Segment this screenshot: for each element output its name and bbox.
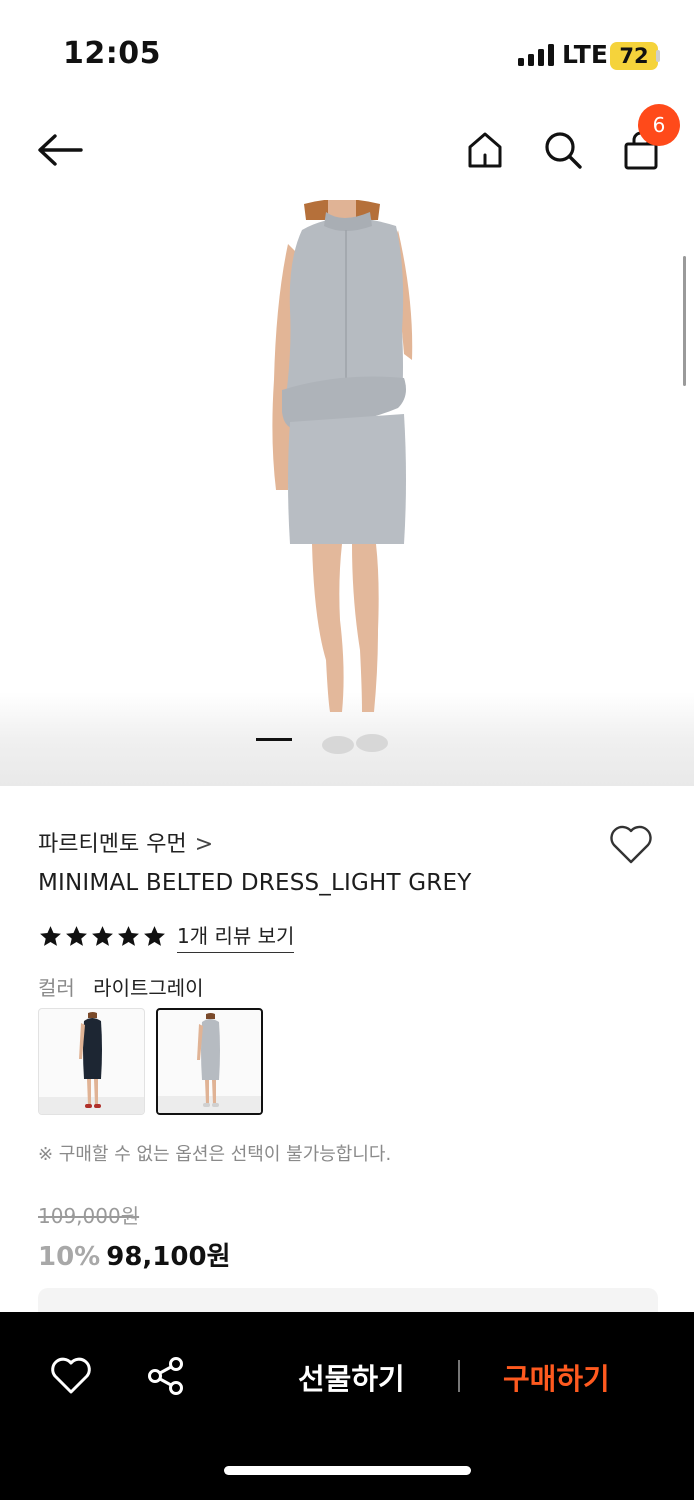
status-bar: 12:05 LTE 72 — [0, 0, 694, 100]
battery-indicator: 72 — [610, 42, 658, 70]
star-icon — [92, 925, 113, 946]
share-icon[interactable] — [146, 1356, 186, 1396]
brand-name: 파르티멘토 우먼 — [38, 832, 187, 857]
battery-cap — [656, 50, 660, 62]
star-icon — [40, 925, 61, 946]
price-row: 10% 98,100원 — [38, 1236, 231, 1273]
color-swatch-light-grey[interactable] — [156, 1008, 263, 1115]
product-photo — [272, 200, 413, 754]
back-button[interactable] — [36, 126, 84, 174]
color-label: 컬러 — [38, 976, 75, 1000]
wishlist-heart-icon[interactable] — [608, 824, 654, 866]
divider — [458, 1360, 460, 1392]
rating-stars — [38, 924, 167, 949]
swatch-image — [158, 1013, 261, 1113]
product-title: MINIMAL BELTED DRESS_LIGHT GREY — [38, 870, 472, 896]
brand-link[interactable]: 파르티멘토 우먼 > — [38, 826, 213, 858]
carousel-indicator — [256, 738, 292, 741]
review-link[interactable]: 1개 리뷰 보기 — [177, 920, 295, 953]
search-button[interactable] — [539, 126, 587, 174]
home-icon — [468, 132, 502, 168]
star-icon — [66, 925, 87, 946]
network-type: LTE — [562, 40, 608, 69]
sale-price: 98,100원 — [106, 1242, 231, 1272]
search-icon — [545, 132, 582, 169]
rating-row: 1개 리뷰 보기 — [38, 920, 295, 953]
signal-icon — [518, 44, 554, 66]
heart-outline-icon[interactable] — [50, 1356, 92, 1396]
star-icon — [144, 925, 165, 946]
top-navigation — [0, 100, 694, 200]
discount-rate: 10% — [38, 1242, 101, 1272]
scrollbar[interactable] — [683, 256, 686, 386]
buy-button[interactable]: 구매하기 — [503, 1356, 610, 1398]
original-price: 109,000원 — [38, 1204, 140, 1228]
chevron-right-icon: > — [194, 832, 214, 857]
status-time: 12:05 — [63, 36, 161, 71]
bottom-action-bar: 선물하기 구매하기 — [0, 1312, 694, 1500]
option-notice: ※ 구매할 수 없는 옵션은 선택이 불가능합니다. — [38, 1144, 392, 1165]
cart-count-badge: 6 — [638, 104, 680, 146]
color-value: 라이트그레이 — [93, 976, 204, 1000]
color-swatch-navy[interactable] — [38, 1008, 145, 1115]
star-icon — [118, 925, 139, 946]
product-image-carousel[interactable] — [0, 200, 694, 786]
gift-button[interactable]: 선물하기 — [298, 1356, 405, 1398]
home-indicator[interactable] — [224, 1466, 471, 1475]
home-button[interactable] — [461, 126, 509, 174]
swatch-image — [39, 1012, 144, 1114]
arrow-left-icon — [38, 134, 83, 166]
color-option-row: 컬러 라이트그레이 — [38, 972, 204, 1001]
